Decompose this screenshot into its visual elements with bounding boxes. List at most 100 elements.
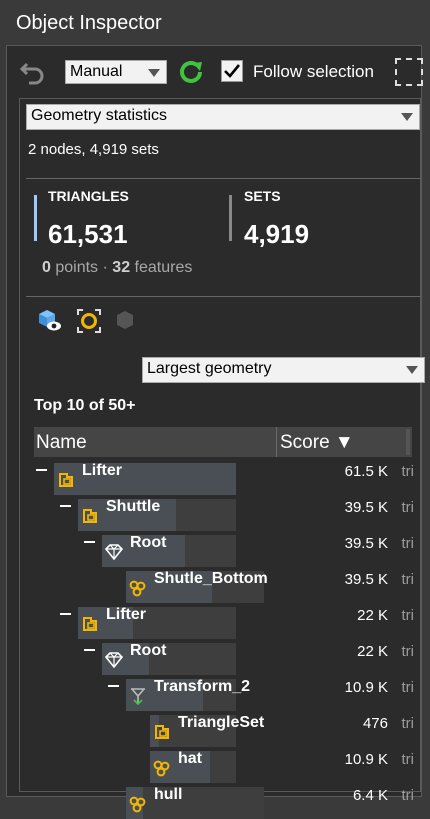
sets-accent-bar: [229, 195, 232, 241]
score-value: 39.5 K: [344, 535, 388, 552]
window-title: Object Inspector: [16, 12, 162, 34]
score-value: 22 K: [357, 643, 388, 660]
score-unit: tri: [401, 679, 415, 696]
node-label: hat: [178, 750, 202, 767]
score-unit: tri: [401, 463, 415, 480]
score-value: 10.9 K: [344, 751, 388, 768]
group-icon: [59, 473, 73, 487]
table-row[interactable]: Root 39.5 K tri: [34, 531, 414, 567]
inspector-panel: Manual Follow selection Geometry statist…: [6, 45, 425, 819]
score-unit: tri: [401, 535, 415, 552]
score-unit: tri: [401, 643, 415, 660]
group-icon: [155, 725, 169, 739]
score-value: 22 K: [357, 607, 388, 624]
sets-value: 4,919: [244, 219, 310, 249]
score-unit: tri: [401, 787, 415, 804]
column-divider[interactable]: [276, 427, 277, 457]
table-row[interactable]: hull 6.4 K tri: [34, 783, 414, 819]
score-unit: tri: [401, 751, 415, 768]
triangles-accent-bar: [34, 195, 37, 241]
collapse-toggle[interactable]: [36, 469, 47, 471]
scrollbar-track[interactable]: [406, 429, 410, 455]
node-label: Root: [130, 534, 167, 551]
tree-node[interactable]: [78, 607, 236, 639]
mode-value: Manual: [70, 63, 123, 80]
score-value: 39.5 K: [344, 499, 388, 516]
mode-select[interactable]: Manual: [65, 60, 167, 84]
root-icon: [104, 544, 124, 561]
score-value: 39.5 K: [344, 571, 388, 588]
collapse-toggle[interactable]: [108, 685, 119, 687]
toolbar: Manual Follow selection: [7, 46, 423, 98]
node-label: Shutle_Bottom: [154, 570, 268, 587]
follow-selection-checkbox[interactable]: [221, 60, 243, 82]
node-label: TriangleSet: [178, 714, 265, 731]
sets-label: SETS: [244, 188, 281, 204]
statistics-type-select[interactable]: Geometry statistics: [26, 104, 420, 130]
follow-selection-label: Follow selection: [253, 62, 374, 81]
focus-target-icon[interactable]: [76, 308, 102, 334]
score-unit: tri: [401, 499, 415, 516]
table-row[interactable]: hat 10.9 K tri: [34, 747, 414, 783]
statistics-type-value: Geometry statistics: [31, 107, 168, 124]
table-row[interactable]: Root 22 K tri: [34, 639, 414, 675]
collapse-toggle[interactable]: [84, 649, 95, 651]
undo-icon[interactable]: [19, 58, 47, 86]
transform-icon: [131, 688, 145, 706]
statistics-section: Geometry statistics 2 nodes, 4,919 sets …: [19, 98, 425, 819]
ranking-heading: Top 10 of 50+: [34, 397, 136, 414]
table-row[interactable]: Transform_2 10.9 K tri: [34, 675, 414, 711]
score-value: 61.5 K: [344, 463, 388, 480]
collapse-toggle[interactable]: [60, 613, 71, 615]
table-row[interactable]: Lifter 61.5 K tri: [34, 459, 414, 495]
points-label: points: [55, 259, 99, 276]
mesh-icon: [153, 760, 170, 777]
cube-disabled-icon: [117, 311, 133, 329]
separator-dot: ·: [102, 259, 108, 276]
chevron-down-icon: [148, 69, 160, 77]
column-header-name[interactable]: Name: [36, 432, 87, 454]
table-row[interactable]: Shuttle 39.5 K tri: [34, 495, 414, 531]
node-label: Root: [130, 642, 167, 659]
node-label: Lifter: [82, 462, 122, 479]
score-value: 476: [362, 715, 388, 732]
score-unit: tri: [401, 571, 415, 588]
table-row[interactable]: TriangleSet 476 tri: [34, 711, 414, 747]
node-label: Lifter: [106, 606, 146, 623]
features-count: 32: [112, 259, 131, 276]
group-icon: [83, 509, 97, 523]
checkmark-icon: [224, 64, 241, 78]
points-count: 0: [42, 259, 51, 276]
mesh-icon: [129, 580, 146, 597]
score-unit: tri: [401, 715, 415, 732]
divider: [26, 296, 420, 297]
triangles-value: 61,531: [48, 219, 128, 249]
triangles-label: TRIANGLES: [48, 188, 129, 204]
node-label: Shuttle: [106, 498, 161, 515]
collapse-toggle[interactable]: [60, 505, 71, 507]
collapse-toggle[interactable]: [84, 541, 95, 543]
node-label: Transform_2: [154, 678, 251, 695]
chevron-down-icon: [406, 366, 418, 374]
root-icon: [104, 652, 124, 669]
table-row[interactable]: Shutle_Bottom 39.5 K tri: [34, 567, 414, 603]
features-label: features: [134, 259, 193, 276]
table-row[interactable]: Lifter 22 K tri: [34, 603, 414, 639]
table-header: Name Score ▼: [34, 427, 412, 457]
visible-geometry-icon[interactable]: [36, 307, 62, 333]
chevron-down-icon: [401, 113, 413, 121]
node-label: hull: [154, 786, 183, 803]
score-unit: tri: [401, 607, 415, 624]
group-icon: [83, 617, 97, 631]
ranking-type-value: Largest geometry: [147, 360, 272, 377]
selection-box-icon[interactable]: [395, 58, 423, 86]
statistics-summary: 2 nodes, 4,919 sets: [28, 141, 159, 158]
column-header-score[interactable]: Score ▼: [280, 432, 354, 454]
ranking-type-select[interactable]: Largest geometry: [142, 357, 425, 383]
score-value: 6.4 K: [352, 787, 388, 804]
points-features-line: 0 points · 32 features: [42, 259, 192, 277]
divider: [26, 178, 420, 179]
score-value: 10.9 K: [344, 679, 388, 696]
refresh-icon[interactable]: [175, 56, 207, 88]
mesh-icon: [129, 796, 146, 813]
